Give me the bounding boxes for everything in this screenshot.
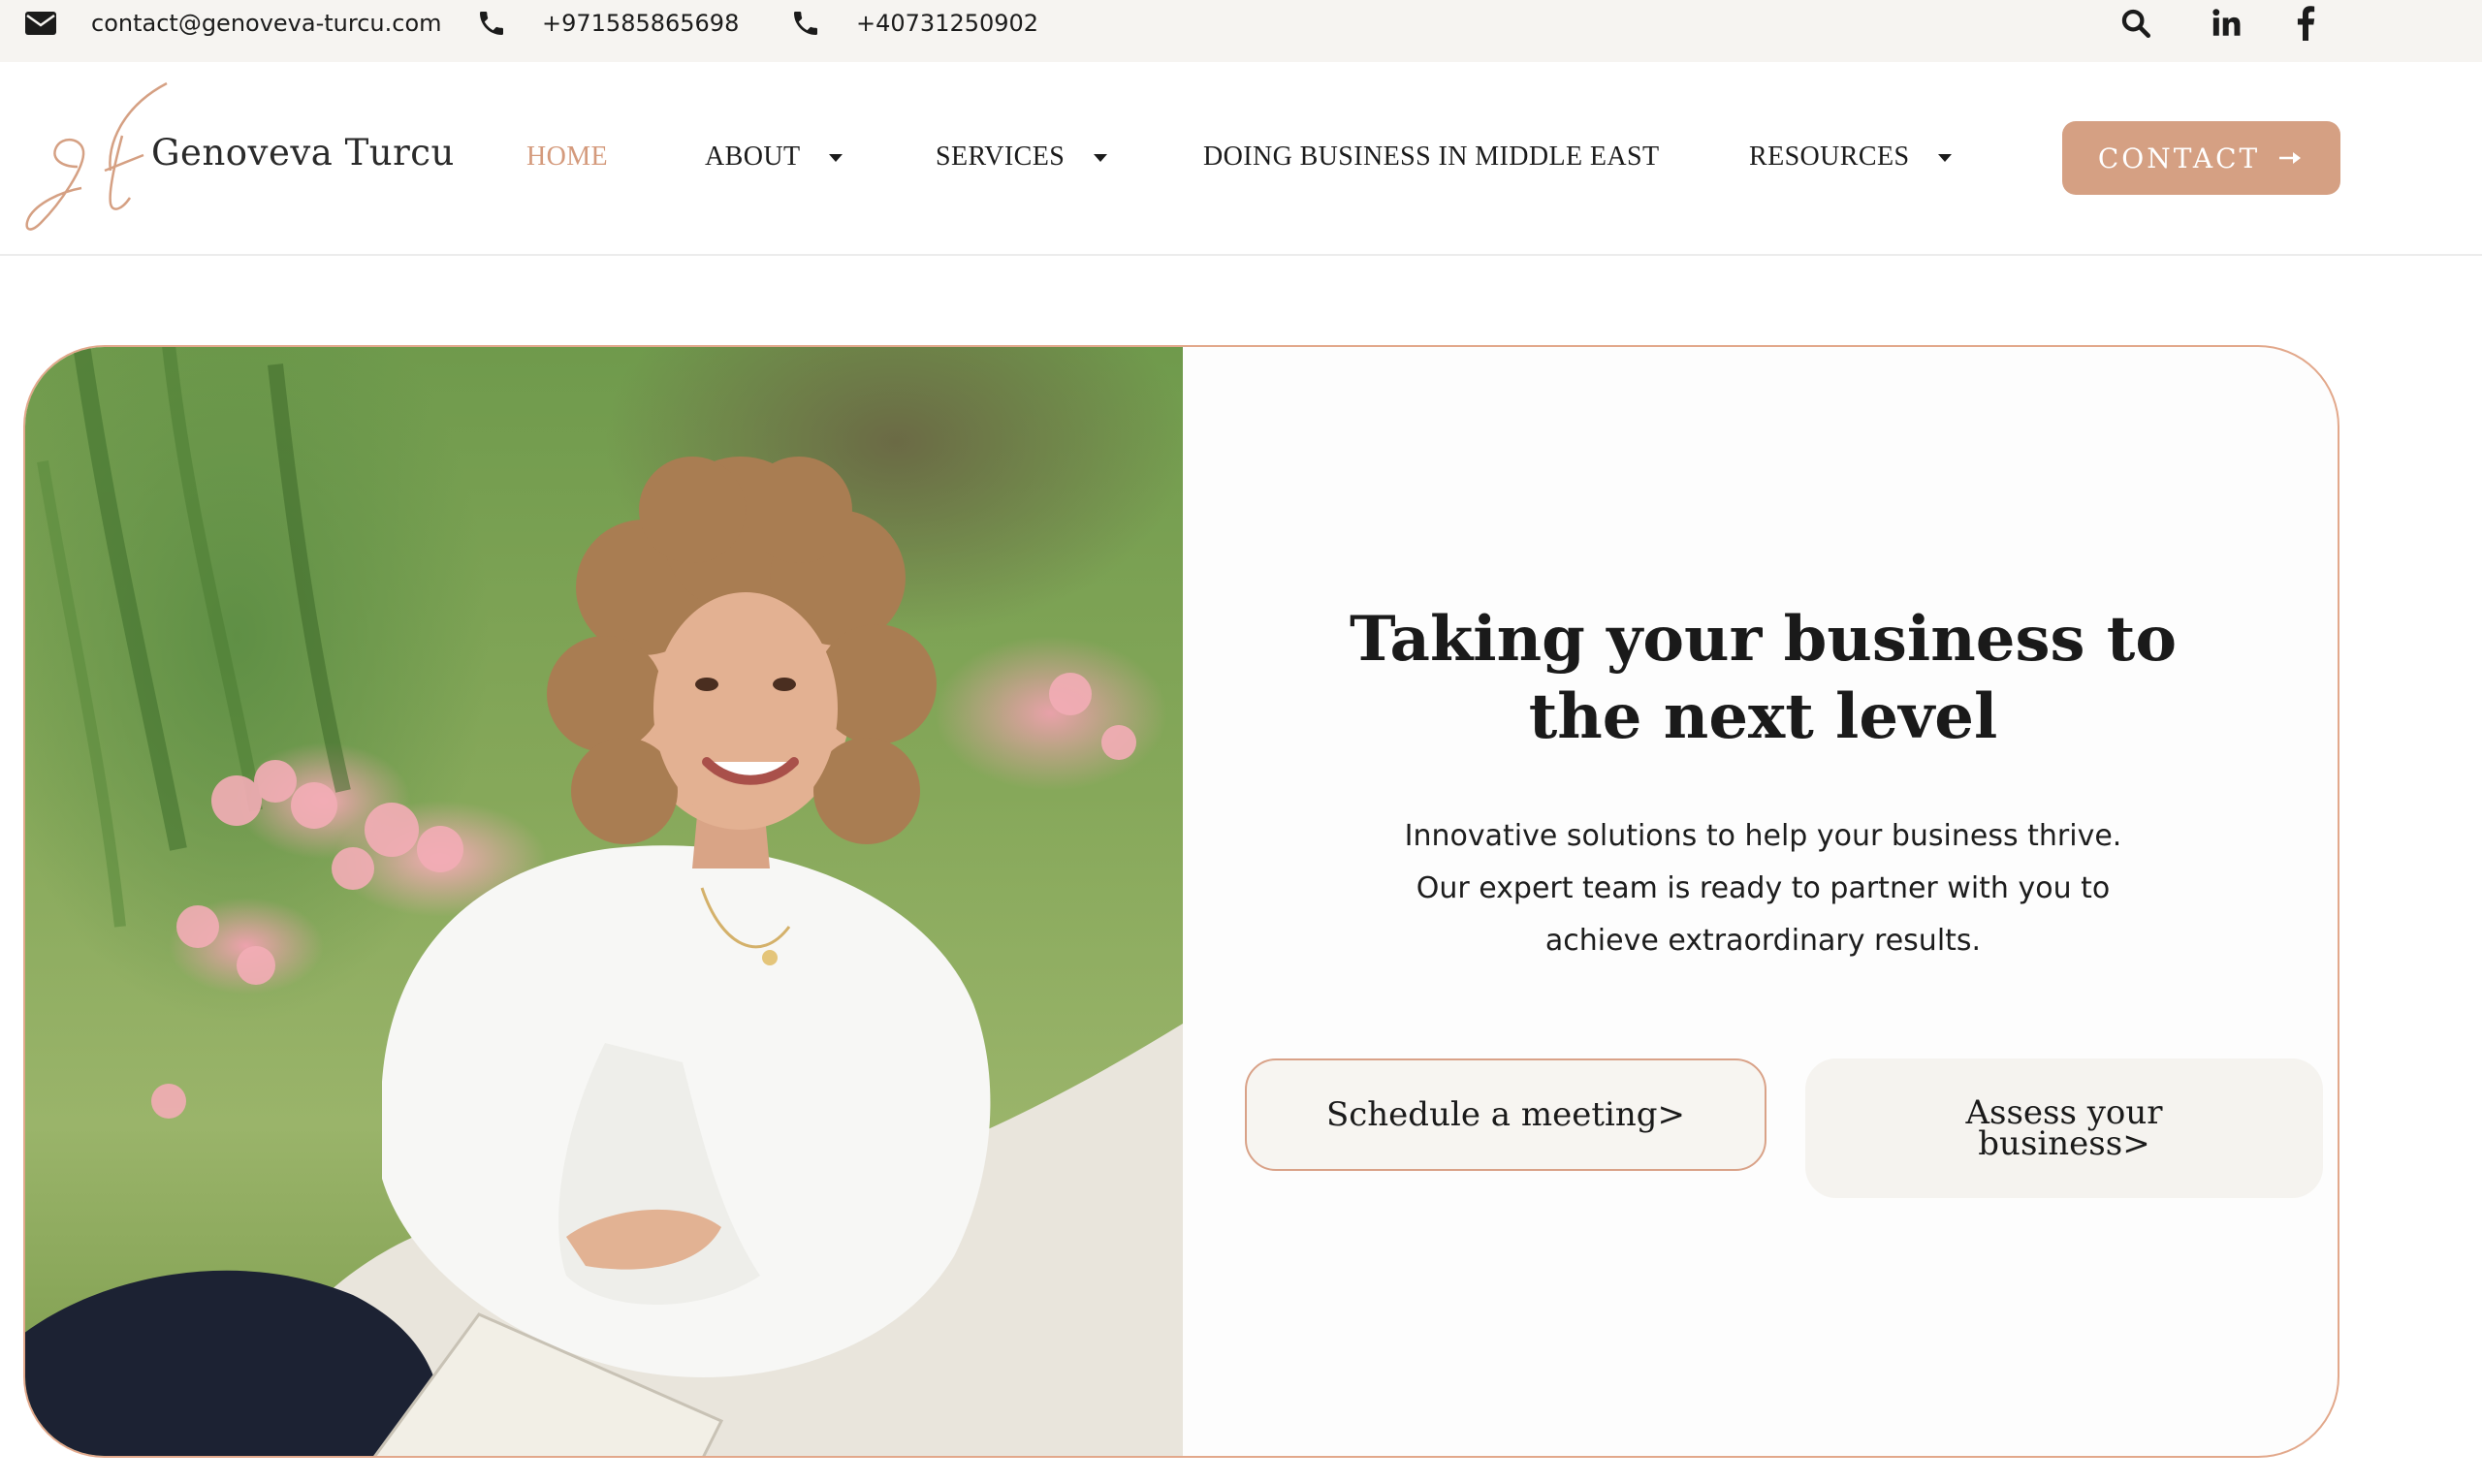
portrait-illustration (25, 347, 1183, 1456)
hero-title-line-1: Taking your business to (1349, 603, 2178, 676)
phone-contact-1[interactable]: +971585865698 (476, 0, 739, 47)
linkedin-icon (2212, 9, 2241, 36)
email-text[interactable]: contact@genoveva-turcu.com (91, 10, 442, 37)
hero-content: Taking your business to the next level I… (1185, 347, 2338, 1456)
schedule-meeting-button[interactable]: Schedule a meeting> (1245, 1058, 1766, 1171)
nav-doing-business[interactable]: DOING BUSINESS IN MIDDLE EAST (1203, 136, 1659, 178)
contact-button-label: CONTACT (2097, 142, 2261, 174)
hero-subtitle-line-3: achieve extraordinary results. (1544, 924, 1982, 958)
chevron-down-icon (1094, 154, 1108, 162)
nav-about[interactable]: ABOUT (705, 136, 843, 178)
phone-text-1[interactable]: +971585865698 (542, 10, 739, 37)
nav-services-label: SERVICES (936, 142, 1066, 172)
arrow-right-icon (2277, 150, 2305, 166)
phone-text-2[interactable]: +40731250902 (856, 10, 1038, 37)
nav-resources[interactable]: RESOURCES (1749, 136, 1953, 178)
nav-home-label: HOME (526, 142, 609, 172)
hero-card: Taking your business to the next level I… (23, 345, 2339, 1458)
facebook-icon (2297, 6, 2315, 41)
facebook-link[interactable] (2294, 0, 2317, 47)
hero-subtitle-line-1: Innovative solutions to help your busine… (1404, 819, 2122, 853)
hero-title: Taking your business to the next level (1185, 601, 2338, 756)
contact-button[interactable]: CONTACT (2062, 121, 2340, 195)
phone-icon (480, 12, 503, 35)
nav-services[interactable]: SERVICES (936, 136, 1108, 178)
search-icon (2121, 9, 2151, 39)
chevron-down-icon (829, 154, 843, 162)
nav-home[interactable]: HOME (526, 136, 608, 178)
logo[interactable]: Genoveva Turcu (21, 78, 454, 242)
search-button[interactable] (2119, 0, 2152, 47)
hero-subtitle: Innovative solutions to help your busine… (1185, 810, 2338, 967)
envelope-icon (25, 12, 56, 35)
nav-doing-business-label: DOING BUSINESS IN MIDDLE EAST (1203, 142, 1660, 172)
linkedin-link[interactable] (2211, 0, 2243, 47)
nav-about-label: ABOUT (705, 142, 801, 172)
phone-icon (794, 12, 817, 35)
phone-contact-2[interactable]: +40731250902 (790, 0, 1038, 47)
hero-portrait-image (25, 347, 1183, 1456)
chevron-down-icon (1938, 154, 1953, 162)
email-contact[interactable]: contact@genoveva-turcu.com (25, 0, 442, 47)
hero-title-line-2: the next level (1528, 680, 1998, 753)
nav-resources-label: RESOURCES (1749, 142, 1910, 172)
hero-subtitle-line-2: Our expert team is ready to partner with… (1416, 871, 2111, 905)
logo-name: Genoveva Turcu (151, 132, 455, 174)
top-contact-bar: contact@genoveva-turcu.com +971585865698… (0, 0, 2482, 62)
assess-business-button[interactable]: Assess your business> (1805, 1058, 2323, 1198)
